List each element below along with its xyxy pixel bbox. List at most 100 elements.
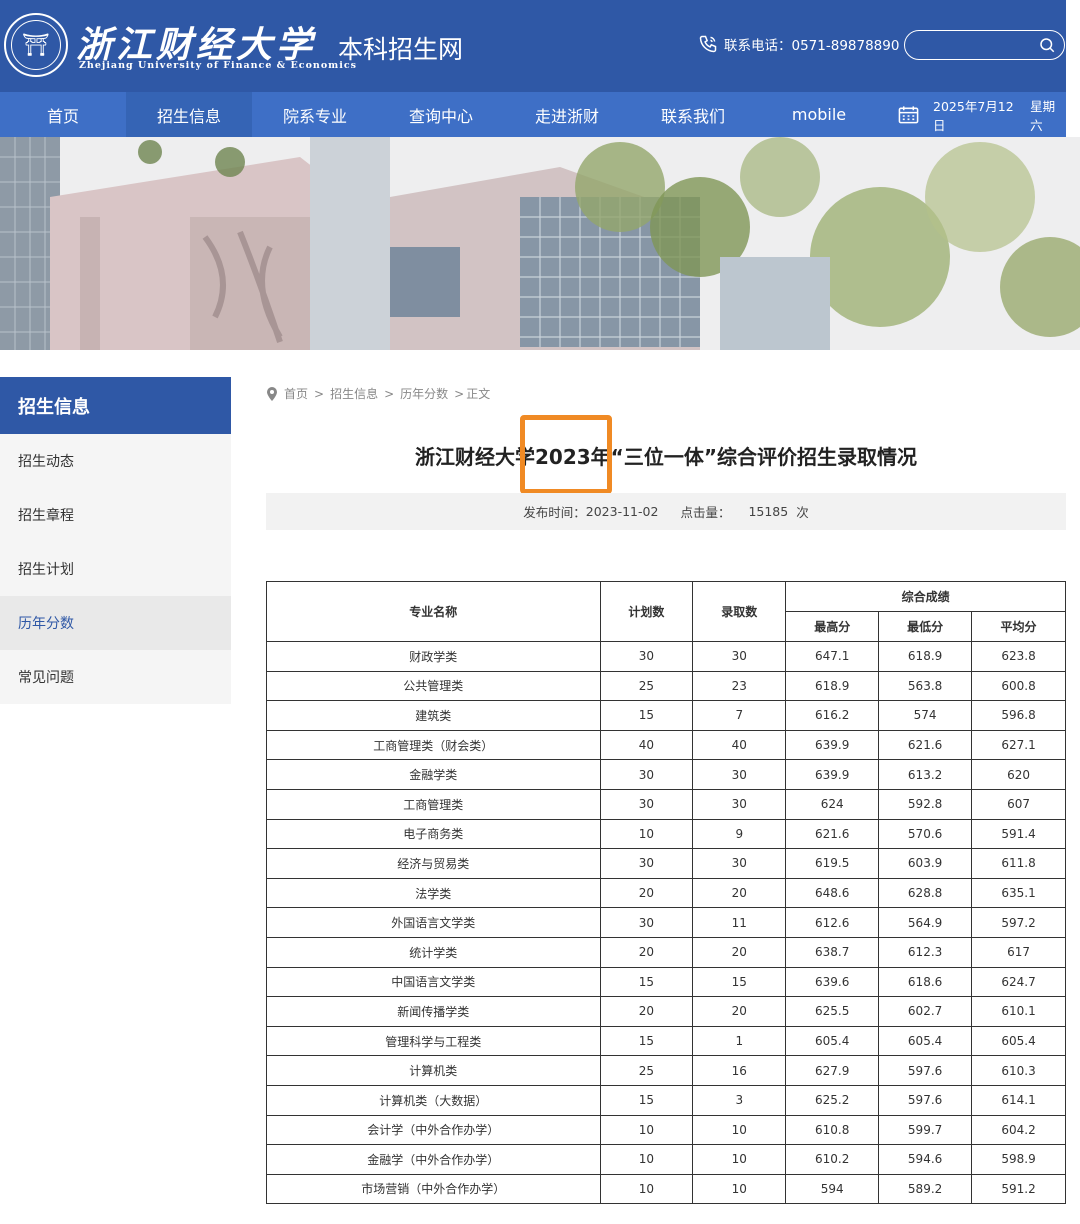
cell-max: 648.6 — [785, 877, 880, 909]
cell-min: 599.7 — [878, 1114, 973, 1146]
cell-min: 612.3 — [878, 936, 973, 968]
sidebar-item-news[interactable]: 招生动态 — [0, 434, 231, 488]
cell-max: 624 — [785, 788, 880, 820]
cell-avg: 605.4 — [971, 1025, 1066, 1057]
cell-avg: 620 — [971, 759, 1066, 790]
search-input[interactable] — [904, 30, 1065, 60]
weekday-text: 星期六 — [1030, 98, 1056, 133]
table-row: 管理科学与工程类 15 1 605.4 605.4 605.4 — [266, 1025, 1066, 1057]
cell-admit: 11 — [692, 907, 787, 938]
cell-plan: 40 — [599, 729, 694, 761]
cell-avg: 614.1 — [971, 1084, 1066, 1116]
nav-about[interactable]: 走进浙财 — [504, 92, 630, 137]
breadcrumb-admission-info[interactable]: 招生信息 — [330, 385, 378, 402]
cell-plan: 20 — [599, 996, 694, 1027]
breadcrumb-separator: > — [314, 386, 325, 401]
cell-major: 外国语言文学类 — [266, 907, 601, 938]
cell-plan: 30 — [599, 759, 694, 790]
table-row: 公共管理类 25 23 618.9 563.8 600.8 — [266, 670, 1066, 702]
cell-plan: 15 — [599, 700, 694, 731]
nav-query-center[interactable]: 查询中心 — [378, 92, 504, 137]
nav-departments[interactable]: 院系专业 — [252, 92, 378, 137]
table-row: 统计学类 20 20 638.7 612.3 617 — [266, 936, 1066, 968]
publish-label: 发布时间： — [523, 505, 586, 520]
cell-admit: 30 — [692, 848, 787, 879]
cell-plan: 10 — [599, 1114, 694, 1146]
cell-min: 592.8 — [878, 788, 973, 820]
cell-plan: 15 — [599, 966, 694, 998]
cell-admit: 20 — [692, 877, 787, 909]
cell-max: 639.9 — [785, 759, 880, 790]
cell-plan: 25 — [599, 1055, 694, 1086]
table-row: 工商管理类 30 30 624 592.8 607 — [266, 788, 1066, 820]
cell-major: 电子商务类 — [266, 818, 601, 850]
cell-avg: 610.1 — [971, 996, 1066, 1027]
publish-date: 2023-11-02 — [585, 504, 659, 519]
cell-avg: 623.8 — [971, 641, 1066, 672]
article-title: 浙江财经大学2023年“三位一体”综合评价招生录取情况 — [415, 445, 917, 469]
article-meta: 发布时间： 2023-11-02 点击量： 15185 次 — [266, 493, 1066, 530]
cell-min: 621.6 — [878, 729, 973, 761]
cell-admit: 40 — [692, 729, 787, 761]
cell-min: 628.8 — [878, 877, 973, 909]
cell-admit: 10 — [692, 1144, 787, 1175]
cell-admit: 20 — [692, 936, 787, 968]
cell-max: 616.2 — [785, 700, 880, 731]
search-icon[interactable] — [1038, 36, 1056, 54]
university-name-en: Zhejiang University of Finance & Economi… — [79, 60, 357, 71]
site-title: 本科招生网 — [338, 35, 464, 64]
sidebar-item-past-scores[interactable]: 历年分数 — [0, 596, 231, 650]
table-row: 电子商务类 10 9 621.6 570.6 591.4 — [266, 818, 1066, 850]
header-max: 最高分 — [785, 611, 880, 642]
cell-min: 563.8 — [878, 670, 973, 702]
cell-major: 会计学（中外合作办学） — [266, 1114, 601, 1146]
cell-admit: 16 — [692, 1055, 787, 1086]
cell-max: 625.5 — [785, 996, 880, 1027]
nav-mobile[interactable]: mobile — [756, 92, 882, 137]
cell-major: 经济与贸易类 — [266, 848, 601, 879]
sidebar-item-charter[interactable]: 招生章程 — [0, 488, 231, 542]
cell-major: 工商管理类（财会类） — [266, 729, 601, 761]
breadcrumb-home[interactable]: 首页 — [284, 385, 308, 402]
cell-avg: 591.4 — [971, 818, 1066, 850]
table-row: 计算机类（大数据） 15 3 625.2 597.6 614.1 — [266, 1084, 1066, 1116]
header-plan: 计划数 — [599, 581, 694, 642]
cell-plan: 10 — [599, 1173, 694, 1205]
nav-admission-info[interactable]: 招生信息 — [126, 92, 252, 137]
table-row: 外国语言文学类 30 11 612.6 564.9 597.2 — [266, 907, 1066, 938]
cell-major: 中国语言文学类 — [266, 966, 601, 998]
sidebar-item-plan[interactable]: 招生计划 — [0, 542, 231, 596]
cell-min: 570.6 — [878, 818, 973, 850]
sidebar-item-faq[interactable]: 常见问题 — [0, 650, 231, 704]
location-pin-icon — [267, 386, 277, 401]
cell-max: 639.6 — [785, 966, 880, 998]
cell-avg: 597.2 — [971, 907, 1066, 938]
cell-max: 605.4 — [785, 1025, 880, 1057]
cell-min: 574 — [878, 700, 973, 731]
nav-home[interactable]: 首页 — [0, 92, 126, 137]
cell-avg: 635.1 — [971, 877, 1066, 909]
cell-avg: 627.1 — [971, 729, 1066, 761]
cell-admit: 30 — [692, 788, 787, 820]
cell-min: 589.2 — [878, 1173, 973, 1205]
nav-date: 2025年7月12日 星期六 — [898, 92, 1066, 137]
cell-avg: 600.8 — [971, 670, 1066, 702]
year-highlight-box — [520, 415, 612, 494]
breadcrumb-past-scores[interactable]: 历年分数 — [400, 385, 448, 402]
cell-admit: 7 — [692, 700, 787, 731]
cell-avg: 598.9 — [971, 1144, 1066, 1175]
cell-min: 594.6 — [878, 1144, 973, 1175]
cell-admit: 30 — [692, 759, 787, 790]
cell-max: 610.8 — [785, 1114, 880, 1146]
cell-min: 602.7 — [878, 996, 973, 1027]
university-seal-logo[interactable]: ⛩ — [4, 13, 68, 77]
breadcrumb-separator: > — [384, 386, 395, 401]
cell-major: 新闻传播学类 — [266, 996, 601, 1027]
cell-admit: 15 — [692, 966, 787, 998]
cell-admit: 10 — [692, 1114, 787, 1146]
cell-plan: 30 — [599, 848, 694, 879]
header-major: 专业名称 — [266, 581, 601, 642]
cell-min: 613.2 — [878, 759, 973, 790]
nav-contact[interactable]: 联系我们 — [630, 92, 756, 137]
table-row: 工商管理类（财会类） 40 40 639.9 621.6 627.1 — [266, 729, 1066, 761]
